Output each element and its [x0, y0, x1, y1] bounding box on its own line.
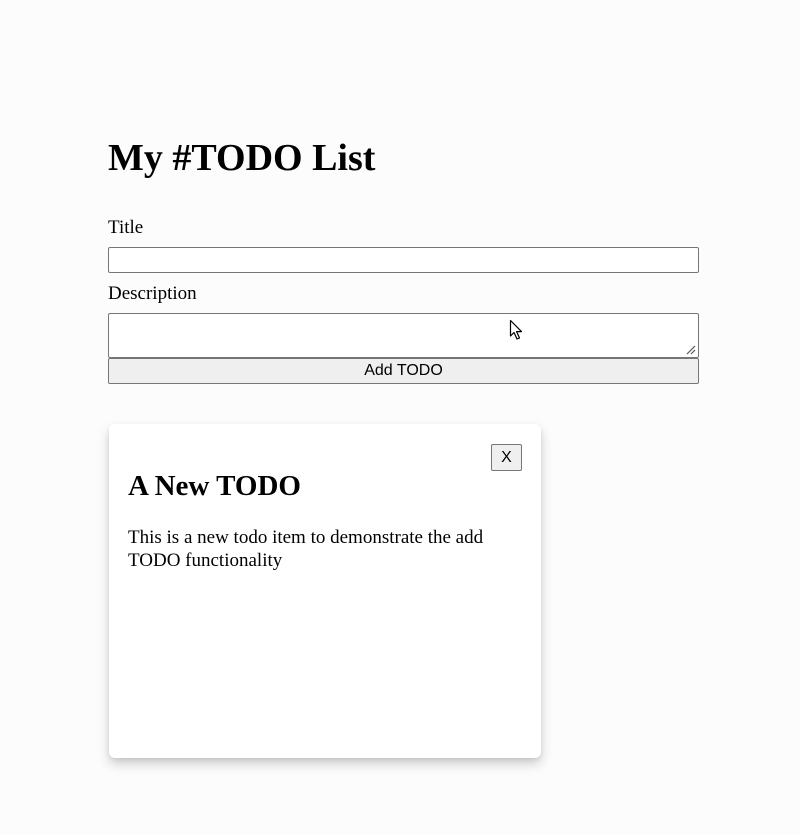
todo-title: A New TODO	[128, 470, 301, 502]
page-title: My #TODO List	[108, 137, 376, 179]
title-input[interactable]	[108, 247, 699, 273]
description-label: Description	[108, 283, 197, 304]
mouse-pointer-icon	[509, 319, 523, 340]
add-todo-button[interactable]: Add TODO	[108, 358, 699, 384]
close-todo-button[interactable]: X	[491, 444, 522, 471]
resize-grip-icon[interactable]	[684, 343, 696, 355]
description-textarea[interactable]	[108, 313, 699, 358]
title-label: Title	[108, 217, 144, 238]
todo-card: X A New TODO This is a new todo item to …	[109, 424, 541, 758]
todo-description: This is a new todo item to demonstrate t…	[128, 527, 484, 571]
